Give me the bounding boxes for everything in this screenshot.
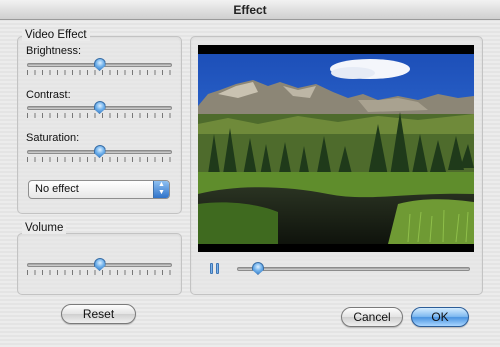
saturation-label: Saturation: [26,132,80,144]
video-frame-image [198,54,474,244]
landscape-image [198,54,474,244]
select-arrows-icon: ▲ ▼ [153,181,169,198]
brightness-label: Brightness: [26,45,82,57]
playback-progress-slider[interactable] [237,261,470,279]
ok-button[interactable]: OK [411,307,469,327]
window-titlebar: Effect [0,0,500,20]
reset-button[interactable]: Reset [61,304,136,324]
window-title: Effect [233,3,267,17]
brightness-slider[interactable] [27,57,172,75]
cancel-button[interactable]: Cancel [341,307,403,327]
saturation-slider[interactable] [27,144,172,162]
pause-icon [210,263,213,274]
effect-select-value: No effect [35,183,79,195]
progress-thumb[interactable] [251,262,264,275]
effect-select[interactable]: No effect ▲ ▼ [28,180,170,199]
volume-title: Volume [22,222,67,234]
volume-slider[interactable] [27,257,172,275]
video-effect-title: Video Effect [22,29,90,41]
contrast-slider[interactable] [27,100,172,118]
pause-button[interactable] [210,263,219,274]
video-preview [198,45,474,252]
progress-track [237,267,470,271]
pause-icon [216,263,219,274]
